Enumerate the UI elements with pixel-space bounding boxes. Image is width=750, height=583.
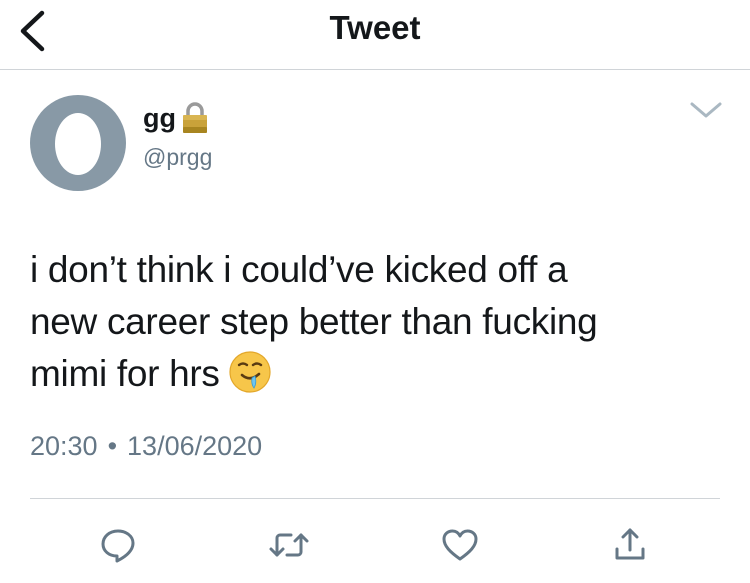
like-button[interactable] <box>438 525 482 565</box>
author-display-name[interactable]: gg <box>143 103 176 133</box>
tweet-text-line-last: mimi for hrs <box>30 348 720 400</box>
divider <box>30 498 720 499</box>
default-egg-avatar-icon <box>55 113 101 175</box>
share-icon <box>615 528 645 560</box>
tweet-menu-button[interactable] <box>683 94 729 126</box>
lock-icon <box>180 100 210 136</box>
avatar[interactable] <box>30 95 126 191</box>
tweet-text-line: new career step better than fucking <box>30 301 598 342</box>
reply-button[interactable] <box>96 525 140 565</box>
tweet-text: i don’t think i could’ve kicked off a ne… <box>30 244 720 400</box>
retweet-button[interactable] <box>267 525 311 565</box>
chevron-down-icon <box>690 102 722 118</box>
like-icon <box>442 529 478 561</box>
tweet-text-line: mimi for hrs <box>30 353 220 394</box>
page-title: Tweet <box>329 9 421 46</box>
reply-icon <box>101 529 135 563</box>
tweet-text-line: i don’t think i could’ve kicked off a <box>30 249 568 290</box>
tweet-time: 20:30 <box>30 431 98 461</box>
tweet-timestamp: 20:30 • 13/06/2020 <box>30 428 262 464</box>
top-bar: Tweet <box>0 0 750 70</box>
share-button[interactable] <box>608 525 652 565</box>
drooling-face-icon <box>229 351 271 393</box>
author-name-row[interactable]: gg <box>143 100 210 136</box>
author-handle[interactable]: @prgg <box>143 142 212 172</box>
timestamp-separator: • <box>107 431 118 461</box>
retweet-icon <box>269 533 309 557</box>
tweet-date: 13/06/2020 <box>127 431 263 461</box>
